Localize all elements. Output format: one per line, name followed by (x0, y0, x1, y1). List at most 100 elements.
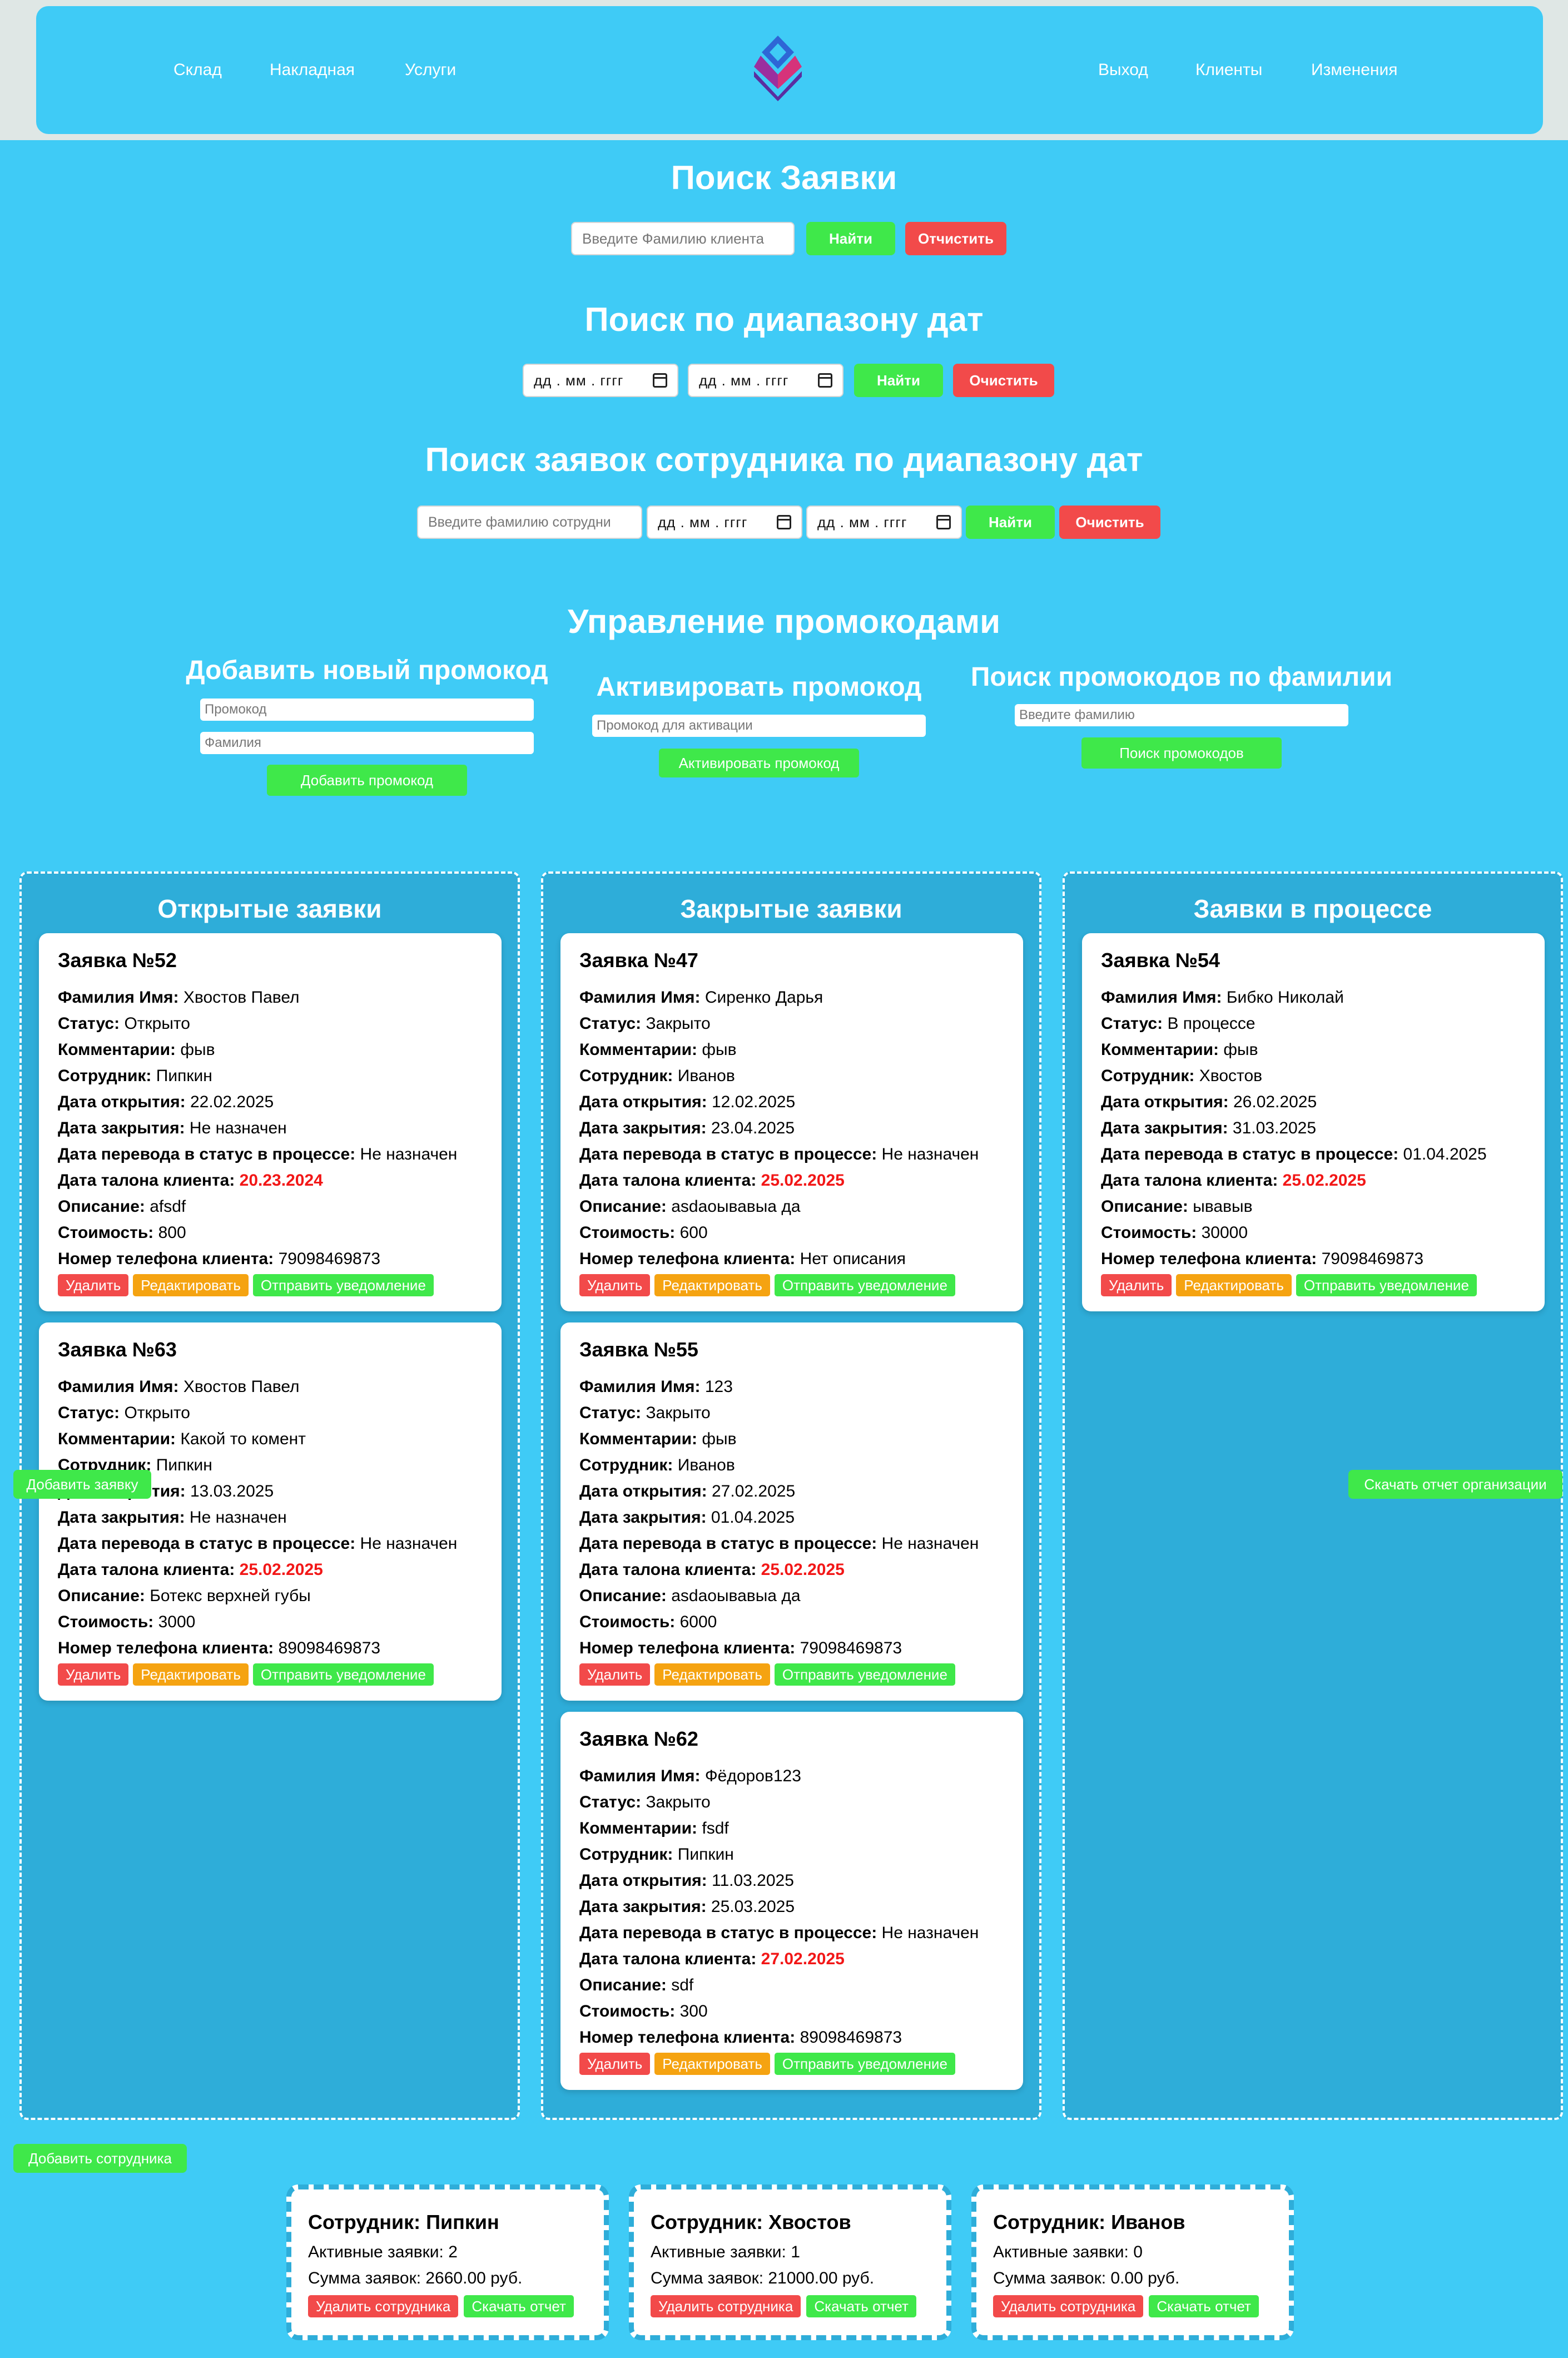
logo-icon[interactable] (750, 36, 806, 101)
field-value: Открыто (124, 1014, 190, 1033)
field-label: Дата талона клиента: (1101, 1171, 1278, 1190)
request-title: Заявка №55 (579, 1338, 698, 1361)
field-value: Нет описания (800, 1250, 906, 1268)
send-notification-button[interactable]: Отправить уведомление (774, 2053, 955, 2075)
field-value: Фёдоров123 (704, 1767, 801, 1785)
field-value: Пипкин (156, 1067, 212, 1085)
send-notification-button[interactable]: Отправить уведомление (252, 1663, 434, 1686)
edit-request-button[interactable]: Редактировать (133, 1274, 249, 1296)
download-employee-report-button[interactable]: Скачать отчет (1149, 2295, 1259, 2317)
employee-title: Сотрудник: Хвостов (651, 2211, 851, 2234)
date-from-input[interactable]: дд . мм . гггг (523, 364, 678, 397)
field-value: 89098469873 (800, 2028, 902, 2047)
nav-link-warehouse[interactable]: Склад (173, 60, 222, 80)
date-to-input[interactable]: дд . мм . гггг (688, 364, 843, 397)
nav-link-changes[interactable]: Изменения (1311, 60, 1397, 80)
edit-request-button[interactable]: Редактировать (654, 2053, 770, 2075)
request-field-name: Фамилия Имя: Фёдоров123 (579, 1766, 801, 1786)
nav-link-clients[interactable]: Клиенты (1195, 60, 1262, 80)
search-dates-find-button[interactable]: Найти (854, 364, 943, 397)
field-value: 25.02.2025 (239, 1561, 323, 1579)
employee-active-requests: Активные заявки: 1 (651, 2243, 800, 2262)
field-value: В процессе (1167, 1014, 1256, 1033)
edit-request-button[interactable]: Редактировать (1176, 1274, 1292, 1296)
request-field-employee: Сотрудник: Хвостов (1101, 1066, 1262, 1086)
edit-request-button[interactable]: Редактировать (654, 1274, 770, 1296)
request-field-phone: Номер телефона клиента: 79098469873 (1101, 1249, 1423, 1269)
field-value: Хвостов (1199, 1067, 1263, 1085)
request-field-phone: Номер телефона клиента: 79098469873 (58, 1249, 380, 1269)
search-employee-find-button[interactable]: Найти (966, 506, 1055, 539)
request-actions: Удалить Редактировать Отправить уведомлени… (58, 1274, 434, 1296)
promo-search-input[interactable]: Введите фамилию (1015, 704, 1348, 726)
calendar-icon[interactable] (818, 373, 832, 388)
download-employee-report-button[interactable]: Скачать отчет (806, 2295, 916, 2317)
send-notification-button[interactable]: Отправить уведомление (252, 1274, 434, 1296)
search-employee-clear-button[interactable]: Очистить (1059, 506, 1160, 539)
field-value: Не назначен (881, 1534, 979, 1553)
field-label: Номер телефона клиента: (58, 1250, 274, 1268)
activate-promo-button[interactable]: Активировать промокод (659, 749, 859, 777)
nav-link-logout[interactable]: Выход (1098, 60, 1148, 80)
client-surname-input[interactable]: Введите Фамилию клиента (571, 222, 795, 255)
calendar-icon[interactable] (936, 515, 951, 529)
request-card: Заявка №54 Фамилия Имя: Бибко Николай Стат… (1082, 933, 1545, 1311)
field-label: Фамилия Имя: (579, 988, 701, 1007)
edit-request-button[interactable]: Редактировать (654, 1663, 770, 1686)
calendar-icon[interactable] (777, 515, 791, 529)
employee-title: Сотрудник: Иванов (993, 2211, 1185, 2234)
field-value: sdf (671, 1976, 694, 1994)
promo-code-input[interactable]: Промокод (200, 699, 534, 721)
download-org-report-button[interactable]: Скачать отчет организации (1348, 1470, 1562, 1499)
request-field-ticket: Дата талона клиента: 25.02.2025 (579, 1171, 845, 1191)
search-employee-title: Поиск заявок сотрудника по диапазону дат (425, 441, 1143, 478)
download-employee-report-button[interactable]: Скачать отчет (464, 2295, 574, 2317)
calendar-icon[interactable] (653, 373, 667, 388)
search-dates-title: Поиск по диапазону дат (584, 301, 984, 338)
field-label: Дата талона клиента: (579, 1950, 757, 1968)
field-label: Дата перевода в статус в процессе: (58, 1534, 356, 1553)
employee-date-to-value: дд . мм . гггг (817, 513, 907, 531)
search-request-clear-button[interactable]: Отчистить (905, 222, 1006, 255)
edit-request-button[interactable]: Редактировать (133, 1663, 249, 1686)
field-value: 25.02.2025 (1282, 1171, 1366, 1190)
send-notification-button[interactable]: Отправить уведомление (774, 1274, 955, 1296)
add-request-button[interactable]: Добавить заявку (13, 1470, 151, 1499)
request-field-opened: Дата открытия: 26.02.2025 (1101, 1092, 1317, 1112)
nav-link-invoice[interactable]: Накладная (270, 60, 355, 80)
promo-surname-input[interactable]: Фамилия (200, 732, 534, 754)
field-label: Стоимость: (579, 2002, 676, 2020)
search-promo-button[interactable]: Поиск промокодов (1081, 737, 1282, 769)
search-request-find-button[interactable]: Найти (806, 222, 895, 255)
nav-link-services[interactable]: Услуги (405, 60, 456, 80)
delete-request-button[interactable]: Удалить (579, 1663, 651, 1686)
employee-date-to-input[interactable]: дд . мм . гггг (806, 506, 962, 539)
employee-date-from-input[interactable]: дд . мм . гггг (647, 506, 802, 539)
delete-request-button[interactable]: Удалить (58, 1274, 129, 1296)
delete-employee-button[interactable]: Удалить сотрудника (308, 2295, 459, 2317)
request-field-opened: Дата открытия: 27.02.2025 (579, 1482, 795, 1502)
request-title: Заявка №62 (579, 1727, 698, 1750)
field-label: Фамилия Имя: (579, 1767, 701, 1785)
field-value: 23.04.2025 (711, 1119, 795, 1137)
add-employee-button[interactable]: Добавить сотрудника (13, 2144, 187, 2173)
delete-request-button[interactable]: Удалить (58, 1663, 129, 1686)
delete-request-button[interactable]: Удалить (1101, 1274, 1172, 1296)
request-field-status: Статус: Открыто (58, 1014, 190, 1034)
send-notification-button[interactable]: Отправить уведомление (1296, 1274, 1477, 1296)
search-dates-clear-button[interactable]: Очистить (953, 364, 1054, 397)
employee-surname-input[interactable]: Введите фамилию сотрудни (417, 506, 642, 539)
send-notification-button[interactable]: Отправить уведомление (774, 1663, 955, 1686)
field-label: Сотрудник: (1101, 1067, 1195, 1085)
employee-active-requests: Активные заявки: 0 (993, 2243, 1143, 2262)
delete-request-button[interactable]: Удалить (579, 2053, 651, 2075)
request-field-description: Описание: asdaoывавыа да (579, 1197, 801, 1217)
add-promo-button[interactable]: Добавить промокод (267, 765, 467, 796)
promo-activate-input[interactable]: Промокод для активации (592, 715, 926, 737)
column-title: Закрытые заявки (680, 894, 902, 923)
delete-employee-button[interactable]: Удалить сотрудника (651, 2295, 801, 2317)
delete-request-button[interactable]: Удалить (579, 1274, 651, 1296)
delete-employee-button[interactable]: Удалить сотрудника (993, 2295, 1144, 2317)
request-field-name: Фамилия Имя: Хвостов Павел (58, 1377, 300, 1397)
request-field-phone: Номер телефона клиента: 79098469873 (579, 1638, 902, 1658)
